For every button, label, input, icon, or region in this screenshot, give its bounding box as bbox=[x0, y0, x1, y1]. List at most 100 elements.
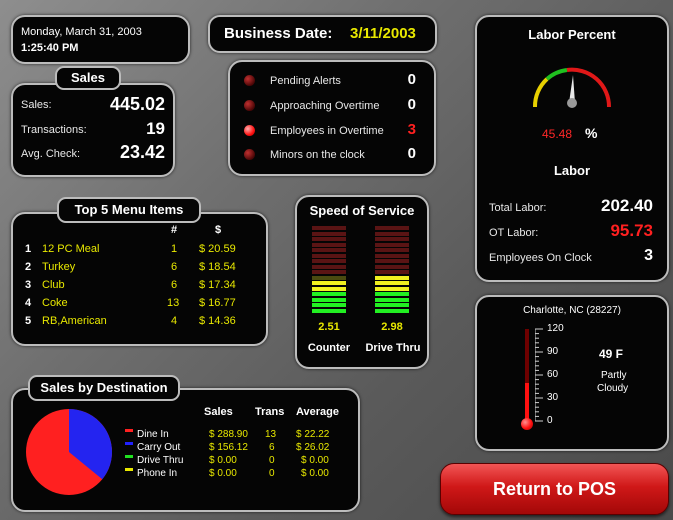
menu-item-name: Coke bbox=[42, 297, 68, 309]
business-date-value: 3/11/2003 bbox=[350, 25, 416, 42]
meter-segment bbox=[312, 242, 346, 247]
menu-item-row: 2 Turkey 6 $ 18.54 bbox=[13, 261, 263, 279]
scale-label-60: 60 bbox=[547, 369, 559, 380]
destination-trans: 13 bbox=[265, 429, 277, 440]
destination-average: $ 22.22 bbox=[296, 429, 330, 440]
scale-label-90: 90 bbox=[547, 346, 559, 357]
sales-title: Sales bbox=[55, 66, 121, 90]
destination-trans: 6 bbox=[269, 442, 275, 453]
menu-item-amount: $ 18.54 bbox=[199, 261, 236, 273]
destination-trans: 0 bbox=[269, 455, 275, 466]
current-date: Monday, March 31, 2003 bbox=[21, 26, 142, 38]
scale-label-120: 120 bbox=[547, 323, 564, 334]
counter-speed-value: 2.51 bbox=[318, 321, 340, 333]
menu-item-row: 5 RB,American 4 $ 14.36 bbox=[13, 315, 263, 333]
scale-label-0: 0 bbox=[547, 415, 553, 426]
meter-segment bbox=[312, 308, 346, 313]
current-time: 1:25:40 PM bbox=[21, 42, 79, 54]
legend-swatch bbox=[125, 468, 133, 471]
menu-item-row: 3 Club 6 $ 17.34 bbox=[13, 279, 263, 297]
menu-item-amount: $ 20.59 bbox=[199, 243, 236, 255]
sales-label: Sales: bbox=[21, 99, 52, 111]
avg-check-label: Avg. Check: bbox=[21, 148, 81, 160]
meter-segment bbox=[375, 292, 409, 296]
destination-sales: $ 156.12 bbox=[209, 442, 248, 453]
weather-condition-line1: Partly bbox=[601, 370, 627, 381]
counter-meter bbox=[312, 226, 346, 314]
speed-panel: Speed of Service 2.51 2.98 Counter Drive… bbox=[295, 195, 429, 369]
menu-item-amount: $ 17.34 bbox=[199, 279, 236, 291]
drive-thru-meter bbox=[375, 226, 409, 314]
meter-segment bbox=[312, 297, 346, 302]
total-labor-label: Total Labor: bbox=[489, 202, 547, 214]
labor-panel: Labor Percent 45.48 % Labor Total Labor:… bbox=[475, 15, 669, 282]
transactions-value: 19 bbox=[146, 119, 165, 138]
drive-thru-speed-value: 2.98 bbox=[381, 321, 403, 333]
legend-swatch bbox=[125, 442, 133, 445]
meter-segment bbox=[375, 297, 409, 302]
destination-name: Drive Thru bbox=[137, 455, 184, 466]
alerts-panel: Pending Alerts 0 Approaching Overtime 0 … bbox=[228, 60, 436, 176]
menu-item-count: 1 bbox=[171, 243, 178, 255]
labor-percent-title: Labor Percent bbox=[528, 27, 616, 42]
scale-label-30: 30 bbox=[547, 392, 559, 403]
meter-segment bbox=[312, 270, 346, 274]
col-trans-header: Trans bbox=[255, 406, 285, 418]
ot-labor-label: OT Labor: bbox=[489, 227, 539, 239]
meter-segment bbox=[375, 253, 409, 258]
menu-item-count: 6 bbox=[171, 279, 178, 291]
meter-segment bbox=[312, 281, 346, 285]
employees-overtime-label: Employees in Overtime bbox=[270, 125, 384, 137]
meter-segment bbox=[312, 303, 346, 307]
meter-segment bbox=[375, 275, 409, 280]
transactions-label: Transactions: bbox=[21, 124, 87, 136]
destination-sales: $ 0.00 bbox=[209, 468, 237, 479]
return-to-pos-button[interactable]: Return to POS bbox=[440, 463, 669, 515]
top-menu-panel: # $ 1 12 PC Meal 1 $ 20.59 2 Turkey 6 $ … bbox=[11, 212, 268, 346]
menu-item-rank: 3 bbox=[25, 279, 32, 291]
approaching-overtime-value: 0 bbox=[407, 96, 416, 113]
total-labor-value: 202.40 bbox=[601, 196, 653, 215]
menu-item-amount: $ 16.77 bbox=[199, 297, 236, 309]
employees-on-clock-value: 3 bbox=[644, 247, 653, 264]
meter-segment bbox=[375, 242, 409, 247]
meter-segment bbox=[312, 259, 346, 263]
meter-segment bbox=[312, 275, 346, 280]
pending-alerts-label: Pending Alerts bbox=[270, 75, 341, 87]
menu-item-rank: 1 bbox=[25, 243, 32, 255]
employees-overtime-value: 3 bbox=[407, 121, 416, 138]
destination-average: $ 0.00 bbox=[301, 455, 329, 466]
labor-percent-value: 45.48 bbox=[542, 127, 573, 141]
destination-sales: $ 0.00 bbox=[209, 455, 237, 466]
meter-segment bbox=[375, 286, 409, 291]
meter-segment bbox=[375, 231, 409, 236]
menu-item-row: 1 12 PC Meal 1 $ 20.59 bbox=[13, 243, 263, 261]
meter-segment bbox=[375, 264, 409, 269]
menu-col-count: # bbox=[171, 224, 178, 236]
menu-item-count: 6 bbox=[171, 261, 178, 273]
top-menu-title: Top 5 Menu Items bbox=[57, 197, 201, 223]
menu-item-name: RB,American bbox=[42, 315, 107, 327]
sales-value: 445.02 bbox=[109, 94, 165, 114]
meter-segment bbox=[375, 259, 409, 263]
weather-temperature: 49 F bbox=[599, 347, 624, 361]
destination-name: Carry Out bbox=[137, 442, 181, 453]
labor-percent-unit: % bbox=[585, 125, 598, 141]
meter-segment bbox=[312, 286, 346, 291]
employees-overtime-indicator bbox=[244, 125, 255, 136]
menu-item-amount: $ 14.36 bbox=[199, 315, 236, 327]
destination-name: Dine In bbox=[137, 429, 169, 440]
destination-row: Carry Out $ 156.12 6 $ 26.02 bbox=[13, 442, 358, 455]
minors-clock-indicator bbox=[244, 149, 255, 160]
employees-on-clock-label: Employees On Clock bbox=[489, 252, 592, 264]
meter-segment bbox=[312, 264, 346, 269]
meter-segment bbox=[375, 270, 409, 274]
meter-segment bbox=[375, 308, 409, 313]
menu-item-rank: 5 bbox=[25, 315, 32, 327]
menu-item-name: 12 PC Meal bbox=[42, 243, 100, 255]
sales-panel: Sales: 445.02 Transactions: 19 Avg. Chec… bbox=[11, 83, 175, 177]
meter-segment bbox=[375, 226, 409, 230]
menu-item-name: Turkey bbox=[42, 261, 76, 273]
destination-average: $ 26.02 bbox=[296, 442, 330, 453]
meter-segment bbox=[375, 248, 409, 252]
